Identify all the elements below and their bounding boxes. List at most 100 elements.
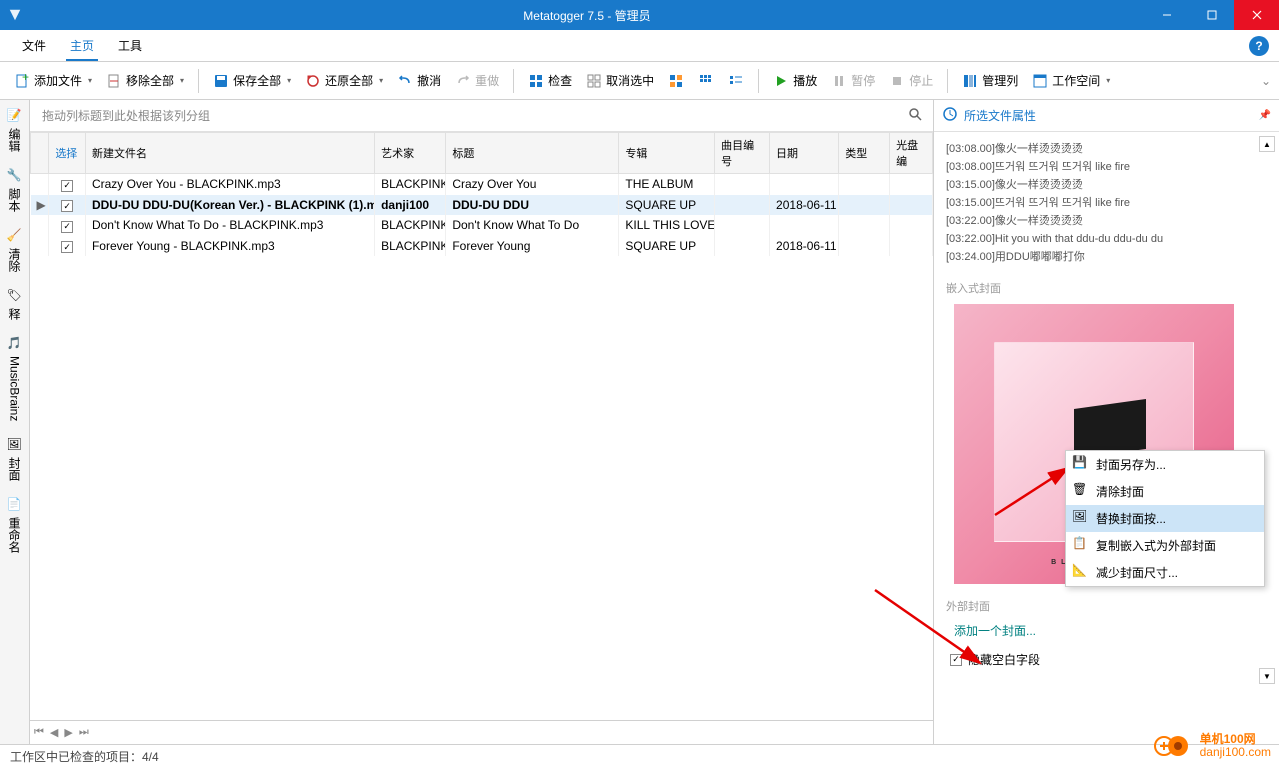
sidetab-rename[interactable]: 📄重命名 <box>0 489 29 561</box>
pause-button[interactable]: 暂停 <box>825 68 881 93</box>
sidetab-clean[interactable]: 🧹清除 <box>0 220 29 280</box>
col-album[interactable]: 专辑 <box>619 133 715 174</box>
help-button[interactable]: ? <box>1249 36 1269 56</box>
rename-icon: 📄 <box>7 497 23 513</box>
table-row[interactable]: ✓Forever Young - BLACKPINK.mp3BLACKPINKF… <box>31 236 933 257</box>
save-as-icon: 💾 <box>1072 455 1088 471</box>
sidetab-script[interactable]: 🔧脚本 <box>0 160 29 220</box>
lyrics-block: [03:08.00]像火一样烫烫烫烫[03:08.00]뜨거워 뜨거워 뜨거워 … <box>946 140 1267 266</box>
close-button[interactable] <box>1234 0 1279 30</box>
embedded-cover-label: 嵌入式封面 <box>946 280 1267 296</box>
check-button[interactable]: 检查 <box>522 68 578 93</box>
redo-button[interactable]: 重做 <box>449 68 505 93</box>
nav-first[interactable]: ⏮ <box>34 726 44 739</box>
titlebar: Metatogger 7.5 - 管理员 <box>0 0 1279 30</box>
row-checkbox[interactable]: ✓ <box>61 200 73 212</box>
col-title[interactable]: 标题 <box>446 133 619 174</box>
ctx-reduce-size[interactable]: 📐减少封面尺寸... <box>1066 559 1264 586</box>
cover-context-menu: 💾封面另存为... 🗑清除封面 🖼替换封面按... 📋复制嵌入式为外部封面 📐减… <box>1065 450 1265 587</box>
file-grid[interactable]: 选择 新建文件名 艺术家 标题 专辑 曲目编号 日期 类型 光盘编 ✓Crazy… <box>30 132 933 720</box>
view-small-button[interactable] <box>692 69 720 93</box>
sidebar: 📝编辑 🔧脚本 🧹清除 🏷释 🎵MusicBrainz 🖼封面 📄重命名 <box>0 100 30 744</box>
ctx-save-cover-as[interactable]: 💾封面另存为... <box>1066 451 1264 478</box>
grid-header: 选择 新建文件名 艺术家 标题 专辑 曲目编号 日期 类型 光盘编 <box>31 133 933 174</box>
ctx-clear-cover[interactable]: 🗑清除封面 <box>1066 478 1264 505</box>
pause-icon <box>831 73 847 89</box>
svg-text:+: + <box>22 73 29 84</box>
workspace-button[interactable]: 工作空间▾ <box>1026 68 1116 93</box>
app-icon <box>0 0 30 30</box>
save-icon <box>213 73 229 89</box>
restore-all-button[interactable]: 还原全部▾ <box>299 68 389 93</box>
view-small-icon <box>698 73 714 89</box>
row-checkbox[interactable]: ✓ <box>61 241 73 253</box>
maximize-button[interactable] <box>1189 0 1234 30</box>
ctx-replace-cover[interactable]: 🖼替换封面按... <box>1066 505 1264 532</box>
toolbar-overflow[interactable]: ⌄ <box>1261 74 1271 88</box>
deselect-button[interactable]: 取消选中 <box>580 68 660 93</box>
row-checkbox[interactable]: ✓ <box>61 221 73 233</box>
sidetab-cover[interactable]: 🖼封面 <box>0 429 29 489</box>
lyric-line: [03:08.00]像火一样烫烫烫烫 <box>946 140 1267 158</box>
lyric-line: [03:22.00]Hit you with that ddu-du ddu-d… <box>946 230 1267 248</box>
col-track[interactable]: 曲目编号 <box>715 133 770 174</box>
row-checkbox[interactable]: ✓ <box>61 180 73 192</box>
col-disc[interactable]: 光盘编 <box>890 133 933 174</box>
resize-icon: 📐 <box>1072 563 1088 579</box>
hide-empty-checkbox[interactable]: ✓隐藏空白字段 <box>950 651 1267 668</box>
undo-button[interactable]: 撤消 <box>391 68 447 93</box>
col-filename[interactable]: 新建文件名 <box>85 133 374 174</box>
add-cover-link[interactable]: 添加一个封面... <box>954 622 1267 639</box>
col-select[interactable]: 选择 <box>49 133 86 174</box>
col-date[interactable]: 日期 <box>770 133 839 174</box>
toolbar: + 添加文件▾ 移除全部▾ 保存全部▾ 还原全部▾ 撤消 重做 检查 取消选中 … <box>0 62 1279 100</box>
menu-file[interactable]: 文件 <box>10 31 58 60</box>
external-cover-label: 外部封面 <box>946 598 1267 614</box>
sidetab-musicbrainz[interactable]: 🎵MusicBrainz <box>0 328 29 429</box>
ctx-copy-embedded[interactable]: 📋复制嵌入式为外部封面 <box>1066 532 1264 559</box>
stop-button[interactable]: 停止 <box>883 68 939 93</box>
grid-nav: ⏮ ◀ ▶ ⏭ <box>30 720 933 744</box>
scroll-down[interactable]: ▼ <box>1259 668 1275 684</box>
table-row[interactable]: ✓Don't Know What To Do - BLACKPINK.mp3BL… <box>31 215 933 236</box>
nav-prev[interactable]: ◀ <box>50 726 58 739</box>
play-icon <box>773 73 789 89</box>
view-large-button[interactable] <box>662 69 690 93</box>
tag-icon: 🏷 <box>7 288 23 304</box>
musicbrainz-icon: 🎵 <box>7 336 23 352</box>
search-icon[interactable] <box>907 106 923 125</box>
add-file-icon: + <box>14 73 30 89</box>
menu-tools[interactable]: 工具 <box>106 31 154 60</box>
restore-icon <box>305 73 321 89</box>
remove-icon <box>106 73 122 89</box>
col-type[interactable]: 类型 <box>839 133 890 174</box>
scroll-up[interactable]: ▲ <box>1259 136 1275 152</box>
col-artist[interactable]: 艺术家 <box>375 133 446 174</box>
replace-icon: 🖼 <box>1072 509 1088 525</box>
table-row[interactable]: ▶✓DDU-DU DDU-DU(Korean Ver.) - BLACKPINK… <box>31 195 933 216</box>
add-files-button[interactable]: + 添加文件▾ <box>8 68 98 93</box>
play-button[interactable]: 播放 <box>767 68 823 93</box>
remove-all-button[interactable]: 移除全部▾ <box>100 68 190 93</box>
sidetab-tag[interactable]: 🏷释 <box>0 280 29 328</box>
menu-home[interactable]: 主页 <box>58 31 106 60</box>
columns-icon <box>962 73 978 89</box>
nav-last[interactable]: ⏭ <box>79 726 89 739</box>
save-all-button[interactable]: 保存全部▾ <box>207 68 297 93</box>
delete-icon: 🗑 <box>1072 482 1088 498</box>
nav-next[interactable]: ▶ <box>64 726 72 739</box>
view-detail-button[interactable] <box>722 69 750 93</box>
table-row[interactable]: ✓Crazy Over You - BLACKPINK.mp3BLACKPINK… <box>31 174 933 195</box>
lyric-line: [03:08.00]뜨거워 뜨거워 뜨거워 like fire <box>946 158 1267 176</box>
pin-icon[interactable]: 📌 <box>1259 110 1271 121</box>
copy-icon: 📋 <box>1072 536 1088 552</box>
sidetab-edit[interactable]: 📝编辑 <box>0 100 29 160</box>
minimize-button[interactable] <box>1144 0 1189 30</box>
workspace-icon <box>1032 73 1048 89</box>
watermark-logo <box>1152 732 1194 760</box>
view-large-icon <box>668 73 684 89</box>
group-bar[interactable]: 拖动列标题到此处根据该列分组 <box>30 100 933 132</box>
redo-icon <box>455 73 471 89</box>
stop-icon <box>889 73 905 89</box>
manage-cols-button[interactable]: 管理列 <box>956 68 1024 93</box>
